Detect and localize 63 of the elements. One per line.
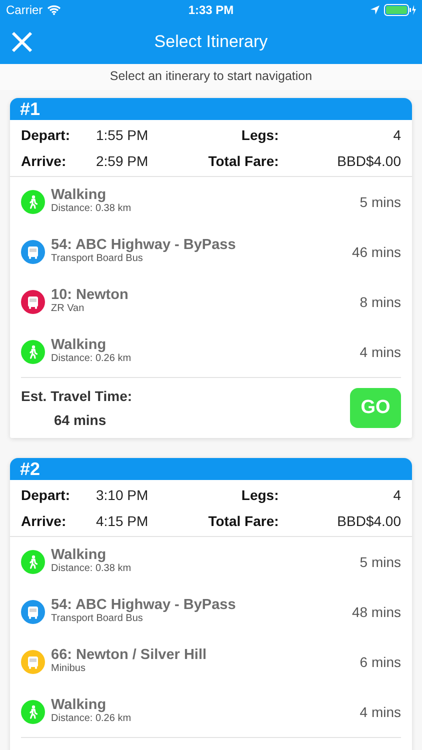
leg-detail: Transport Board Bus: [51, 612, 144, 624]
leg-detail: Distance: 0.38 km: [51, 562, 132, 574]
travel-time-label: Est. Travel Time:: [21, 388, 132, 404]
screen-title: Select Itinerary: [154, 32, 268, 52]
leg-duration: 4 mins: [360, 704, 401, 720]
bus-icon: [27, 606, 39, 618]
depart-label: Depart:: [21, 127, 72, 143]
legs-count: 4: [393, 487, 401, 503]
leg-detail: Minibus: [51, 662, 86, 674]
go-button[interactable]: GO: [350, 388, 401, 428]
leg-duration: 4 mins: [360, 344, 401, 360]
arrive-label: Arrive:: [21, 513, 68, 529]
leg-duration: 5 mins: [360, 194, 401, 210]
wifi-icon: [46, 5, 61, 15]
leg-detail: Transport Board Bus: [51, 252, 144, 264]
leg-title: Walking: [51, 336, 108, 352]
arrive-label: Arrive:: [21, 153, 68, 169]
legs-count: 4: [393, 127, 401, 143]
leg-title: 66: Newton / Silver Hill: [51, 646, 208, 662]
leg-detail: ZR Van: [51, 302, 86, 314]
bus-icon: [27, 656, 39, 668]
walking-icon: [27, 195, 39, 209]
fare-amount: BBD$4.00: [337, 153, 401, 169]
close-icon: [10, 30, 34, 54]
itinerary-card[interactable]: [10, 458, 412, 750]
itinerary-number: #2: [10, 458, 412, 480]
leg-title: Walking: [51, 546, 108, 562]
walking-icon: [27, 705, 39, 719]
leg-detail: Distance: 0.26 km: [51, 712, 132, 724]
fare-label: Total Fare:: [208, 153, 280, 169]
leg-title: 54: ABC Highway - ByPass: [51, 596, 237, 612]
fare-label: Total Fare:: [208, 513, 280, 529]
carrier-name: Carrier: [6, 3, 43, 17]
bus-icon: [27, 246, 39, 258]
leg-duration: 8 mins: [360, 294, 401, 310]
leg-detail: Distance: 0.26 km: [51, 352, 132, 364]
depart-time: 1:55 PM: [96, 127, 150, 143]
depart-time: 3:10 PM: [96, 487, 150, 503]
leg-detail: Distance: 0.38 km: [51, 202, 132, 214]
fare-amount: BBD$4.00: [337, 513, 401, 529]
leg-title: Walking: [51, 186, 108, 202]
leg-title: 10: Newton: [51, 286, 130, 302]
arrive-time: 4:15 PM: [96, 513, 150, 529]
walking-icon: [27, 555, 39, 569]
leg-duration: 5 mins: [360, 554, 401, 570]
walking-icon: [27, 345, 39, 359]
legs-label: Legs:: [241, 487, 280, 503]
bus-icon: [27, 296, 39, 308]
travel-time: 64 mins: [53, 412, 108, 428]
itinerary-card[interactable]: [10, 98, 412, 438]
depart-label: Depart:: [21, 487, 72, 503]
itinerary-number: #1: [10, 98, 412, 120]
leg-duration: 6 mins: [360, 654, 401, 670]
leg-title: Walking: [51, 696, 108, 712]
arrive-time: 2:59 PM: [96, 153, 150, 169]
leg-duration: 48 mins: [352, 604, 401, 620]
leg-title: 54: ABC Highway - ByPass: [51, 236, 237, 252]
close-button[interactable]: [10, 30, 34, 54]
leg-duration: 46 mins: [352, 244, 401, 260]
battery-icon: [384, 4, 416, 16]
legs-label: Legs:: [241, 127, 280, 143]
location-arrow-icon: [370, 5, 380, 15]
clock-time: 1:33 PM: [188, 3, 234, 17]
